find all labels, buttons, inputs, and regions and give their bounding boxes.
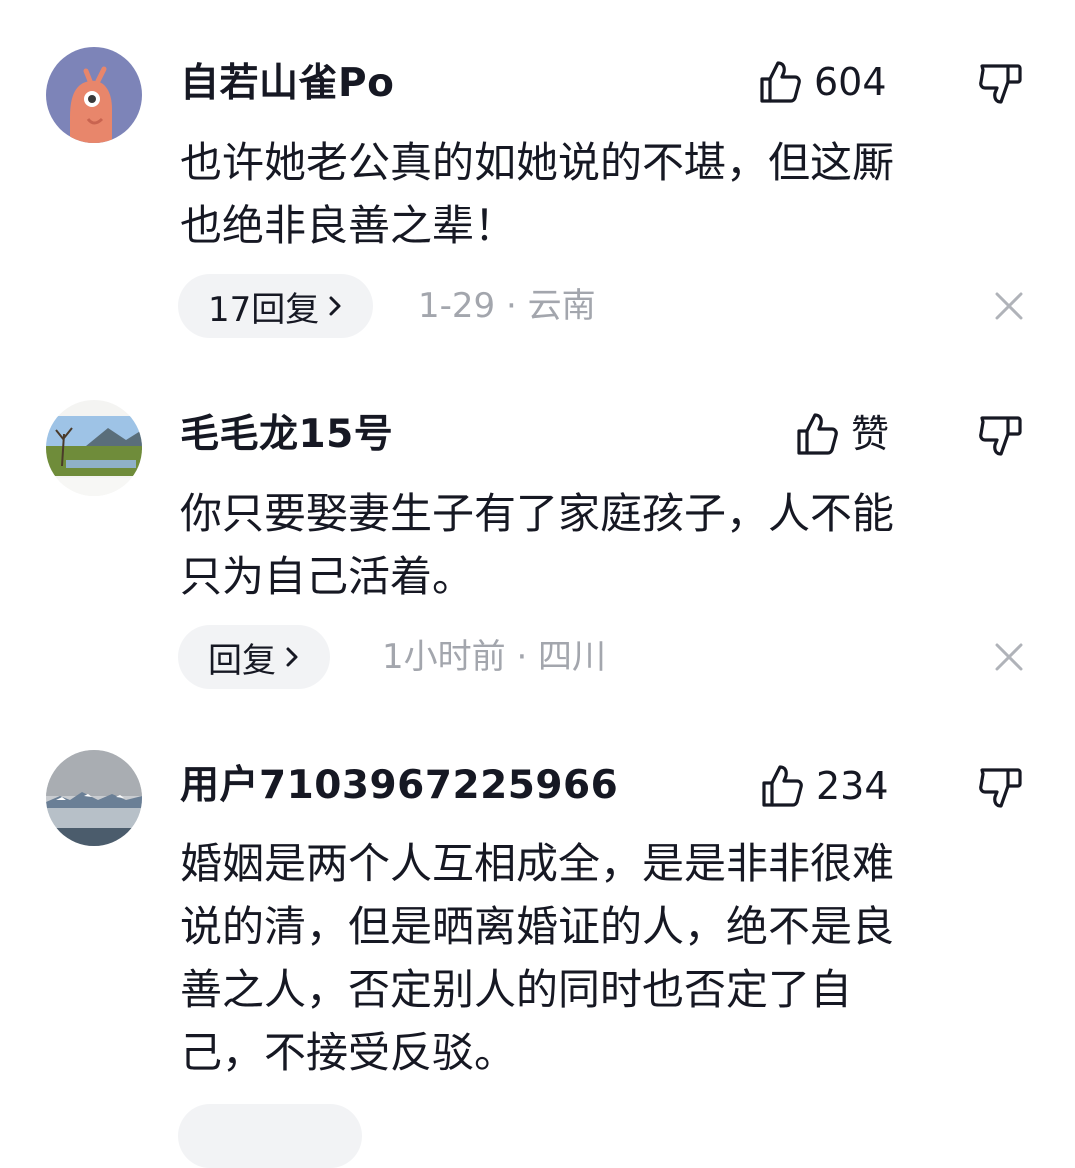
close-icon[interactable]	[994, 642, 1024, 672]
like-count: 赞	[851, 412, 890, 456]
comment-text-line: 也绝非良善之辈！	[180, 201, 517, 250]
reply-label: 回复	[208, 640, 276, 681]
avatar-image	[46, 47, 142, 143]
avatar-image	[46, 750, 142, 846]
comment-text-line: 婚姻是两个人互相成全，是是非非很难	[180, 839, 895, 888]
thumbs-up-icon	[760, 61, 801, 103]
reply-button[interactable]: 17回复	[178, 274, 374, 338]
like-button[interactable]: 604	[758, 58, 887, 106]
thumbs-down-icon	[979, 768, 1022, 808]
avatar[interactable]	[46, 47, 142, 143]
avatar[interactable]	[46, 400, 142, 496]
dislike-button[interactable]	[978, 414, 1022, 458]
username[interactable]: 用户7103967225966	[180, 762, 618, 810]
dislike-button[interactable]	[978, 62, 1022, 106]
like-count: 604	[814, 60, 887, 104]
like-button[interactable]: 234	[760, 762, 889, 810]
thumbs-up-icon	[762, 765, 803, 807]
comment-text-line: 只为自己活着。	[180, 552, 475, 601]
comment-meta: 1-29 · 云南	[418, 286, 596, 326]
thumbs-up-icon	[797, 413, 838, 455]
comment-text-line: 说的清，但是晒离婚证的人，绝不是良	[180, 902, 895, 951]
comment-meta: 1小时前 · 四川	[382, 637, 607, 677]
chevron-right-icon	[329, 296, 341, 316]
chevron-right-icon	[286, 647, 298, 667]
username[interactable]: 毛毛龙15号	[180, 411, 393, 459]
comment-text-line: 你只要娶妻生子有了家庭孩子，人不能	[180, 489, 895, 538]
comment-text: 你只要娶妻生子有了家庭孩子，人不能 只为自己活着。	[180, 482, 1010, 608]
thumbs-down-icon	[979, 64, 1022, 104]
thumbs-down-icon	[979, 416, 1022, 456]
comment-text: 婚姻是两个人互相成全，是是非非很难 说的清，但是晒离婚证的人，绝不是良 善之人，…	[180, 832, 1010, 1084]
reply-button[interactable]	[178, 1104, 362, 1168]
reply-label: 17回复	[208, 289, 320, 330]
comment-item: 自若山雀Po 604 也许她老公真的如她说的不堪，但这厮 也绝非良善之辈！ 17…	[0, 0, 1075, 360]
like-count: 234	[816, 764, 889, 808]
avatar[interactable]	[46, 750, 142, 846]
like-button[interactable]: 赞	[795, 410, 889, 458]
dislike-button[interactable]	[978, 766, 1022, 810]
comment-text-line: 也许她老公真的如她说的不堪，但这厮	[180, 138, 895, 187]
comment-text: 也许她老公真的如她说的不堪，但这厮 也绝非良善之辈！	[180, 131, 1010, 257]
avatar-image	[46, 400, 142, 496]
comment-text-line: 善之人，否定别人的同时也否定了自	[180, 965, 853, 1014]
comment-text-line: 己，不接受反驳。	[180, 1028, 517, 1077]
close-icon[interactable]	[994, 291, 1024, 321]
username[interactable]: 自若山雀Po	[180, 60, 394, 108]
reply-button[interactable]: 回复	[178, 625, 330, 689]
